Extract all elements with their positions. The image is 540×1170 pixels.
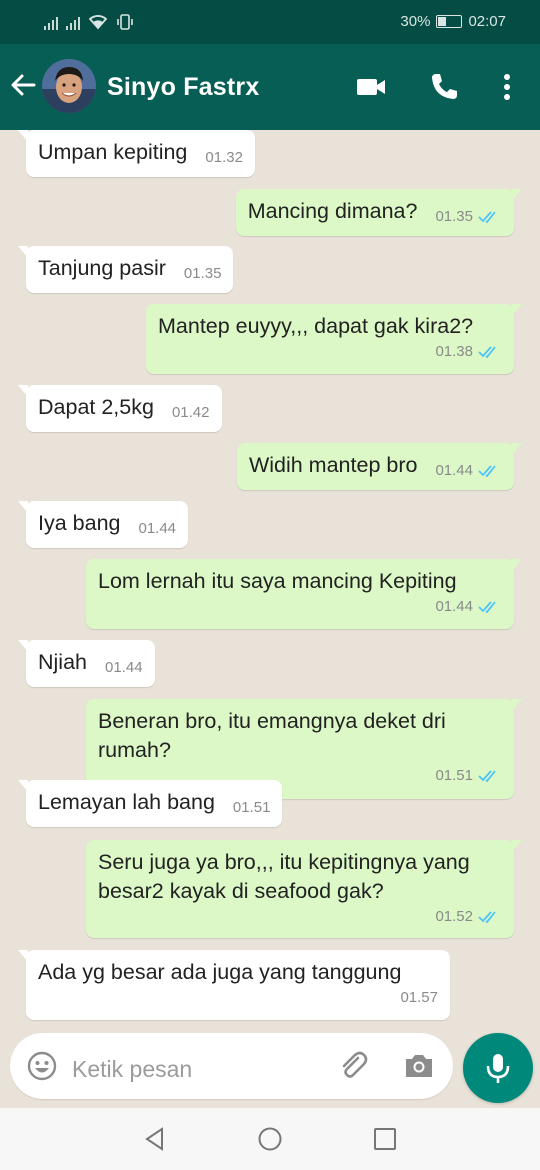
status-bar: 30% 02:07 — [0, 0, 540, 44]
message-list[interactable]: Umpan kepiting 01.32 Mancing dimana? 01.35… — [0, 130, 540, 1030]
message-incoming[interactable]: Lemayan lah bang 01.51 — [17, 780, 283, 827]
message-time: 01.35 — [183, 265, 222, 282]
clock: 02:07 — [468, 13, 506, 30]
message-text: Seru juga ya bro,,, itu kepitingnya yang… — [98, 850, 470, 903]
nav-home-icon[interactable] — [257, 1126, 283, 1152]
chat-header: Sinyo Fastrx — [0, 44, 540, 130]
message-input[interactable]: Ketik pesan — [10, 1033, 453, 1099]
vibrate-icon — [117, 14, 133, 30]
message-time: 01.51 — [232, 799, 271, 816]
read-ticks-icon — [478, 600, 496, 613]
message-outgoing[interactable]: Seru juga ya bro,,, itu kepitingnya yang… — [86, 840, 522, 938]
message-text: Lom lernah itu saya mancing Kepiting — [98, 569, 457, 593]
message-text: Umpan kepiting — [38, 140, 188, 164]
message-text: Lemayan lah bang — [38, 790, 215, 814]
message-time: 01.44 — [105, 659, 143, 676]
contact-name[interactable]: Sinyo Fastrx — [107, 73, 259, 102]
message-time: 01.38 — [435, 343, 473, 360]
nav-back-icon[interactable] — [142, 1126, 168, 1152]
message-outgoing[interactable]: Mantep euyyy,,, dapat gak kira2? 01.38 — [146, 304, 522, 374]
message-incoming[interactable]: Tanjung pasir 01.35 — [17, 246, 234, 293]
message-time: 01.42 — [171, 404, 210, 421]
back-arrow-icon[interactable] — [8, 70, 38, 100]
message-time: 01.32 — [205, 149, 243, 166]
message-incoming[interactable]: Ada yg besar ada juga yang tanggung 01.57 — [18, 950, 450, 1020]
message-outgoing[interactable]: Lom lernah itu saya mancing Kepiting 01.4… — [86, 559, 522, 629]
message-text: Mantep euyyy,,, dapat gak kira2? — [158, 314, 474, 338]
message-time: 01.44 — [435, 598, 473, 615]
more-vert-icon[interactable] — [491, 71, 523, 103]
read-ticks-icon — [478, 464, 496, 477]
read-ticks-icon — [478, 769, 496, 782]
message-time: 01.44 — [435, 462, 473, 479]
avatar-photo-icon — [42, 59, 96, 113]
read-ticks-icon — [478, 210, 496, 223]
message-time: 01.52 — [435, 908, 473, 925]
system-nav-bar — [0, 1108, 540, 1170]
message-time: 01.57 — [400, 989, 438, 1006]
read-ticks-icon — [478, 345, 496, 358]
camera-icon[interactable] — [402, 1050, 436, 1082]
message-placeholder: Ketik pesan — [72, 1056, 193, 1082]
message-text: Tanjung pasir — [38, 256, 166, 280]
message-incoming[interactable]: Dapat 2,5kg 01.42 — [18, 385, 222, 432]
message-outgoing[interactable]: Widih mantep bro 01.44 — [236, 443, 523, 490]
message-time: 01.51 — [435, 767, 473, 784]
signal-icon-2 — [66, 16, 80, 30]
message-text: Mancing dimana? — [247, 199, 418, 223]
attach-icon[interactable] — [336, 1049, 370, 1083]
battery-icon — [436, 15, 463, 28]
nav-recents-icon[interactable] — [372, 1126, 398, 1152]
message-text: Ada yg besar ada juga yang tanggung — [38, 960, 402, 984]
wifi-icon — [88, 15, 108, 30]
message-text: Beneran bro, itu emangnya deket dri ruma… — [98, 709, 446, 762]
message-text: Dapat 2,5kg — [38, 395, 154, 419]
message-incoming[interactable]: Iya bang 01.44 — [17, 501, 189, 548]
avatar[interactable] — [42, 59, 96, 113]
message-text: Njiah — [38, 650, 87, 674]
message-incoming[interactable]: Njiah 01.44 — [18, 640, 155, 687]
emoji-icon[interactable] — [26, 1050, 58, 1082]
read-ticks-icon — [478, 910, 496, 923]
message-time: 01.44 — [138, 520, 177, 537]
battery-percent: 30% — [400, 13, 431, 30]
composer: Ketik pesan — [0, 1030, 540, 1108]
message-incoming[interactable]: Umpan kepiting 01.32 — [18, 130, 255, 177]
message-time: 01.35 — [435, 208, 473, 225]
mic-button[interactable] — [463, 1033, 533, 1103]
message-outgoing[interactable]: Mancing dimana? 01.35 — [235, 189, 523, 236]
message-text: Iya bang — [38, 511, 121, 535]
phone-icon[interactable] — [428, 71, 460, 103]
mic-icon — [486, 1054, 510, 1083]
message-text: Widih mantep bro — [248, 453, 418, 477]
status-icons — [44, 14, 134, 30]
video-call-icon[interactable] — [355, 71, 387, 103]
signal-icon — [44, 16, 58, 30]
